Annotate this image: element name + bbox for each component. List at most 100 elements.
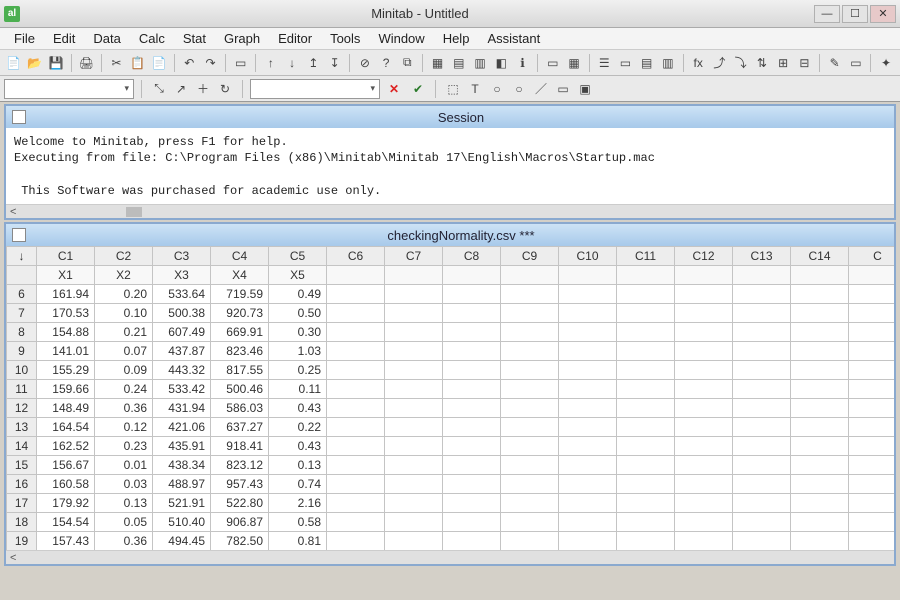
data-cell[interactable] <box>559 304 617 323</box>
toolbar-icon[interactable]: 📄 <box>149 53 168 73</box>
toolbar-icon[interactable]: ↷ <box>201 53 220 73</box>
data-cell[interactable]: 0.43 <box>269 437 327 456</box>
shape-icon[interactable]: ▭ <box>553 79 573 99</box>
data-cell[interactable] <box>849 285 895 304</box>
menu-file[interactable]: File <box>6 29 43 48</box>
data-cell[interactable]: 500.46 <box>211 380 269 399</box>
data-cell[interactable] <box>501 342 559 361</box>
column-name-cell[interactable] <box>443 266 501 285</box>
data-cell[interactable] <box>791 361 849 380</box>
toolbar-icon[interactable]: 🖨 <box>77 53 96 73</box>
data-cell[interactable]: 0.58 <box>269 513 327 532</box>
data-cell[interactable]: 2.16 <box>269 494 327 513</box>
data-cell[interactable] <box>327 304 385 323</box>
data-cell[interactable] <box>733 380 791 399</box>
data-cell[interactable] <box>559 418 617 437</box>
data-cell[interactable]: 0.30 <box>269 323 327 342</box>
session-output[interactable]: Welcome to Minitab, press F1 for help. E… <box>6 128 894 204</box>
data-cell[interactable]: 438.34 <box>153 456 211 475</box>
column-name-cell[interactable]: X5 <box>269 266 327 285</box>
data-cell[interactable]: 533.42 <box>153 380 211 399</box>
data-cell[interactable] <box>559 494 617 513</box>
data-cell[interactable] <box>617 399 675 418</box>
data-cell[interactable]: 0.22 <box>269 418 327 437</box>
data-cell[interactable] <box>733 342 791 361</box>
data-cell[interactable] <box>617 380 675 399</box>
data-cell[interactable]: 719.59 <box>211 285 269 304</box>
data-cell[interactable] <box>559 285 617 304</box>
data-cell[interactable]: 521.91 <box>153 494 211 513</box>
data-cell[interactable] <box>559 475 617 494</box>
data-cell[interactable] <box>617 532 675 551</box>
data-cell[interactable] <box>849 342 895 361</box>
data-cell[interactable] <box>675 494 733 513</box>
data-cell[interactable]: 164.54 <box>37 418 95 437</box>
data-cell[interactable]: 156.67 <box>37 456 95 475</box>
menu-window[interactable]: Window <box>370 29 432 48</box>
toolbar-icon[interactable]: ▭ <box>846 53 865 73</box>
data-cell[interactable]: 494.45 <box>153 532 211 551</box>
column-header[interactable]: C12 <box>675 247 733 266</box>
data-cell[interactable]: 179.92 <box>37 494 95 513</box>
toolbar-icon[interactable]: fx <box>689 53 708 73</box>
data-cell[interactable]: 0.10 <box>95 304 153 323</box>
column-header[interactable]: C6 <box>327 247 385 266</box>
data-cell[interactable]: 435.91 <box>153 437 211 456</box>
row-header[interactable]: 10 <box>7 361 37 380</box>
data-cell[interactable] <box>791 399 849 418</box>
data-cell[interactable] <box>559 513 617 532</box>
data-cell[interactable] <box>733 494 791 513</box>
data-cell[interactable] <box>617 323 675 342</box>
column-name-cell[interactable] <box>501 266 559 285</box>
data-cell[interactable] <box>791 342 849 361</box>
data-cell[interactable] <box>675 361 733 380</box>
data-cell[interactable]: 161.94 <box>37 285 95 304</box>
data-cell[interactable] <box>791 532 849 551</box>
shape-icon[interactable]: ○ <box>509 79 529 99</box>
toolbar-icon[interactable]: ✂ <box>107 53 126 73</box>
column-header[interactable]: C3 <box>153 247 211 266</box>
menu-stat[interactable]: Stat <box>175 29 214 48</box>
toolbar-icon[interactable]: ⇅ <box>752 53 771 73</box>
row-header[interactable]: 6 <box>7 285 37 304</box>
data-cell[interactable] <box>327 323 385 342</box>
data-cell[interactable]: 0.07 <box>95 342 153 361</box>
shape-icon[interactable]: ○ <box>487 79 507 99</box>
data-cell[interactable] <box>385 456 443 475</box>
data-cell[interactable] <box>675 285 733 304</box>
close-button[interactable]: ✕ <box>870 5 896 23</box>
toolbar-icon[interactable]: ✎ <box>825 53 844 73</box>
data-cell[interactable]: 0.05 <box>95 513 153 532</box>
cancel-button[interactable]: ✕ <box>384 79 404 99</box>
toolbar-icon[interactable]: 📂 <box>25 53 44 73</box>
data-cell[interactable] <box>443 380 501 399</box>
column-name-cell[interactable] <box>849 266 895 285</box>
toolbar-icon[interactable]: ✦ <box>876 53 895 73</box>
data-cell[interactable] <box>849 475 895 494</box>
data-cell[interactable] <box>443 361 501 380</box>
data-cell[interactable]: 823.12 <box>211 456 269 475</box>
data-cell[interactable] <box>791 323 849 342</box>
column-name-cell[interactable]: X3 <box>153 266 211 285</box>
data-cell[interactable] <box>327 418 385 437</box>
menu-tools[interactable]: Tools <box>322 29 368 48</box>
data-cell[interactable]: 0.09 <box>95 361 153 380</box>
data-cell[interactable] <box>559 532 617 551</box>
data-cell[interactable] <box>443 494 501 513</box>
session-scrollbar[interactable]: < <box>6 204 894 218</box>
data-cell[interactable] <box>385 342 443 361</box>
data-cell[interactable] <box>385 532 443 551</box>
data-cell[interactable]: 0.13 <box>95 494 153 513</box>
session-titlebar[interactable]: Session <box>6 106 894 128</box>
data-cell[interactable] <box>443 418 501 437</box>
data-cell[interactable] <box>327 532 385 551</box>
data-cell[interactable] <box>675 323 733 342</box>
data-cell[interactable]: 443.32 <box>153 361 211 380</box>
column-name-cell[interactable] <box>791 266 849 285</box>
data-cell[interactable] <box>675 437 733 456</box>
menu-edit[interactable]: Edit <box>45 29 83 48</box>
data-grid[interactable]: ↓C1C2C3C4C5C6C7C8C9C10C11C12C13C14CX1X2X… <box>6 246 894 550</box>
column-name-cell[interactable] <box>559 266 617 285</box>
maximize-button[interactable]: ☐ <box>842 5 868 23</box>
data-cell[interactable] <box>791 513 849 532</box>
